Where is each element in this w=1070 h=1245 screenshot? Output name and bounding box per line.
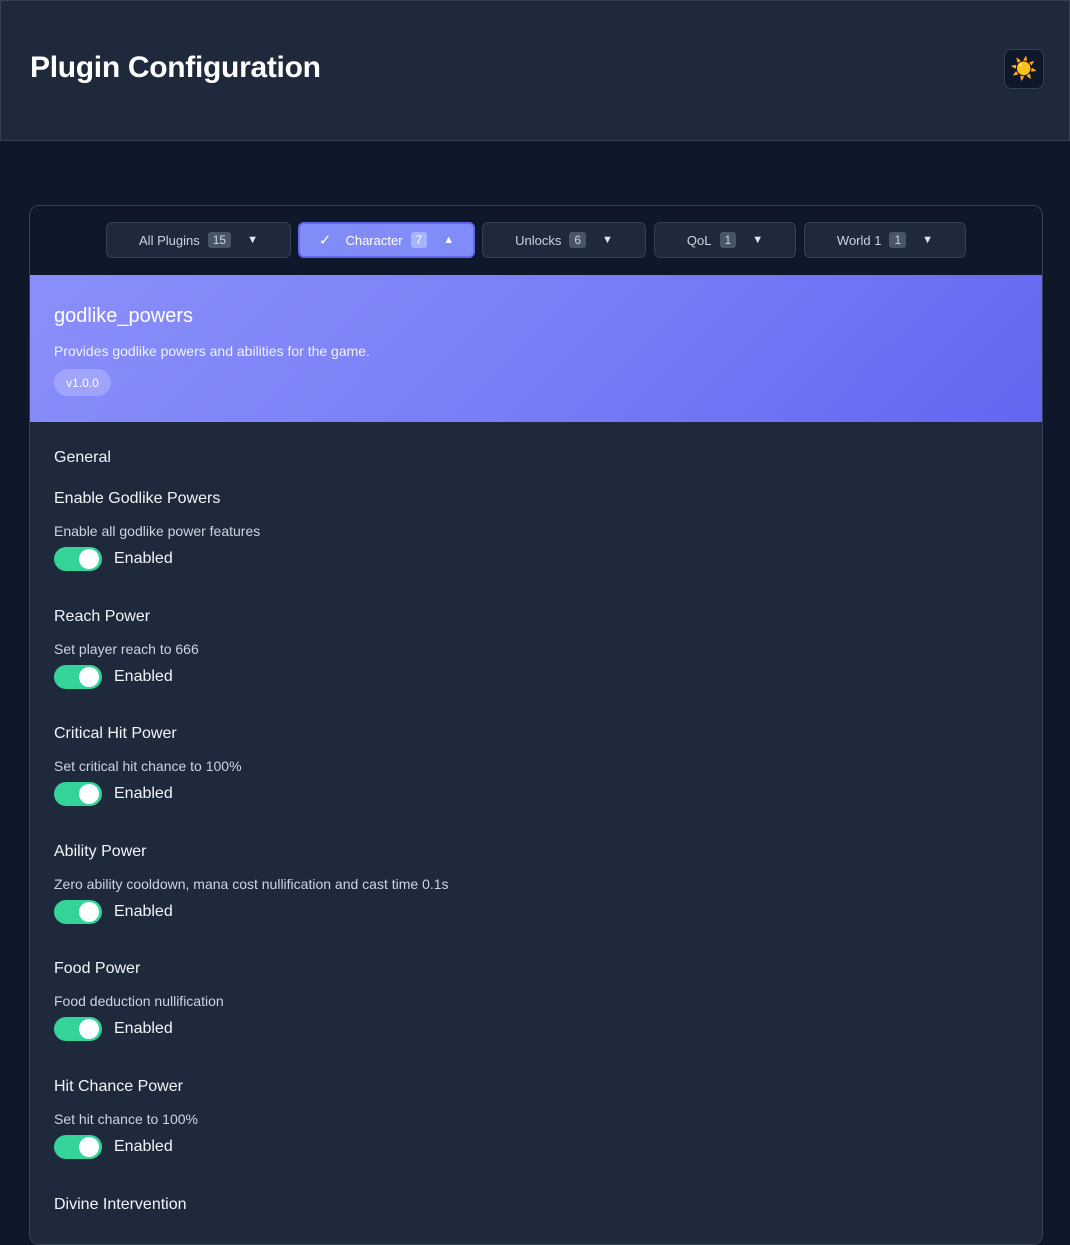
toggle-switch[interactable] — [54, 782, 102, 806]
setting-description: Set hit chance to 100% — [54, 1111, 198, 1127]
chevron-down-icon: ▼ — [752, 234, 764, 246]
toggle-label: Enabled — [114, 668, 173, 685]
plugin-card: All Plugins 15 ▼ ✓ Character 7 ▲ Unlocks… — [29, 205, 1043, 1245]
chevron-down-icon: ▼ — [247, 234, 258, 246]
setting-description: Set player reach to 666 — [54, 641, 199, 657]
tab-label: QoL — [686, 232, 712, 248]
chevron-up-icon: ▲ — [443, 234, 455, 246]
setting-critical-hit-power: Critical Hit Power Set critical hit chan… — [54, 725, 1014, 806]
category-tab-bar: All Plugins 15 ▼ ✓ Character 7 ▲ Unlocks… — [30, 206, 1042, 275]
plugin-header: godlike_powers Provides godlike powers a… — [30, 275, 1042, 422]
toggle-row: Enabled — [54, 1017, 173, 1041]
theme-toggle-button[interactable]: ☀️ — [1004, 49, 1044, 89]
toggle-label: Enabled — [114, 1138, 173, 1155]
setting-name: Critical Hit Power — [54, 725, 177, 742]
version-badge: v1.0.0 — [54, 369, 111, 396]
toggle-row: Enabled — [54, 782, 173, 806]
toggle-knob — [79, 784, 99, 804]
setting-reach-power: Reach Power Set player reach to 666 Enab… — [54, 608, 1014, 689]
tab-character[interactable]: ✓ Character 7 ▲ — [298, 222, 475, 258]
toggle-label: Enabled — [114, 1020, 173, 1037]
toggle-switch[interactable] — [54, 900, 102, 924]
toggle-label: Enabled — [114, 550, 173, 567]
setting-description: Set critical hit chance to 100% — [54, 758, 242, 774]
setting-description: Zero ability cooldown, mana cost nullifi… — [54, 876, 449, 892]
section-title: General — [54, 449, 111, 466]
toggle-knob — [79, 1019, 99, 1039]
toggle-switch[interactable] — [54, 1017, 102, 1041]
toggle-label: Enabled — [114, 785, 173, 802]
page-title: Plugin Configuration — [30, 51, 321, 84]
toggle-switch[interactable] — [54, 1135, 102, 1159]
setting-divine-intervention: Divine Intervention — [54, 1196, 1014, 1214]
setting-ability-power: Ability Power Zero ability cooldown, man… — [54, 843, 1014, 924]
toggle-row: Enabled — [54, 665, 173, 689]
top-bar: Plugin Configuration ☀️ — [0, 0, 1070, 141]
toggle-knob — [79, 902, 99, 922]
setting-description: Food deduction nullification — [54, 993, 224, 1009]
check-icon: ✓ — [318, 232, 332, 249]
setting-name: Ability Power — [54, 843, 147, 860]
setting-food-power: Food Power Food deduction nullification … — [54, 960, 1014, 1041]
chevron-down-icon: ▼ — [922, 234, 934, 246]
tab-all-plugins[interactable]: All Plugins 15 ▼ — [106, 222, 291, 258]
setting-name: Food Power — [54, 960, 141, 977]
tab-count-badge: 7 — [410, 232, 428, 248]
chevron-down-icon: ▼ — [602, 234, 613, 246]
tab-label: World 1 — [836, 232, 882, 248]
tab-label: Unlocks — [515, 232, 562, 248]
toggle-knob — [79, 667, 99, 687]
tab-label: Character — [345, 232, 403, 248]
setting-enable-godlike-powers: Enable Godlike Powers Enable all godlike… — [54, 490, 1014, 571]
toggle-switch[interactable] — [54, 547, 102, 571]
tab-count-badge: 1 — [719, 232, 737, 248]
toggle-row: Enabled — [54, 547, 173, 571]
tab-unlocks[interactable]: Unlocks 6 ▼ — [482, 222, 646, 258]
toggle-knob — [79, 1137, 99, 1157]
tab-count-badge: 6 — [569, 232, 587, 248]
toggle-switch[interactable] — [54, 665, 102, 689]
setting-name: Divine Intervention — [54, 1196, 187, 1213]
tab-label: All Plugins — [139, 232, 200, 248]
setting-hit-chance-power: Hit Chance Power Set hit chance to 100% … — [54, 1078, 1014, 1159]
setting-name: Enable Godlike Powers — [54, 490, 221, 507]
tab-qol[interactable]: QoL 1 ▼ — [654, 222, 796, 258]
setting-name: Reach Power — [54, 608, 151, 625]
plugin-description: Provides godlike powers and abilities fo… — [54, 343, 370, 359]
toggle-label: Enabled — [114, 903, 173, 920]
tab-count-badge: 15 — [207, 232, 232, 248]
toggle-row: Enabled — [54, 1135, 173, 1159]
tab-world-1[interactable]: World 1 1 ▼ — [804, 222, 966, 258]
toggle-row: Enabled — [54, 900, 173, 924]
toggle-knob — [79, 549, 99, 569]
setting-description: Enable all godlike power features — [54, 523, 261, 539]
plugin-name: godlike_powers — [54, 305, 193, 327]
sun-icon: ☀️ — [1010, 56, 1038, 81]
tab-count-badge: 1 — [889, 232, 907, 248]
setting-name: Hit Chance Power — [54, 1078, 183, 1095]
